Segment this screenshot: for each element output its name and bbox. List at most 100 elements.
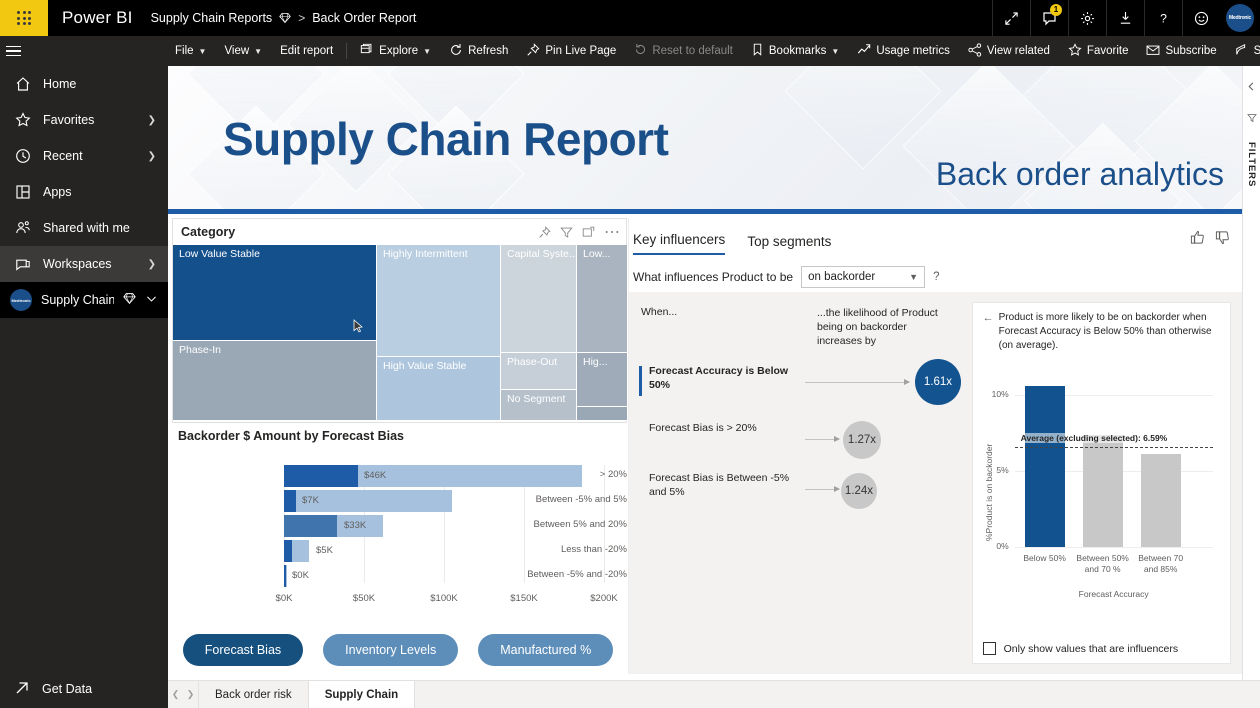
notification-badge: 1: [1050, 4, 1062, 16]
filters-pane-rail[interactable]: FILTERS: [1242, 66, 1260, 680]
thumbs-up-icon[interactable]: [1190, 230, 1205, 250]
report-canvas: Supply Chain Report Back order analytics…: [168, 66, 1242, 680]
sidebar-item-favorites[interactable]: Favorites ❯: [0, 102, 168, 138]
influencer-arrow: [805, 382, 909, 383]
app-launcher-icon[interactable]: [0, 0, 48, 36]
report-action-bar: File ▼ View ▼ Edit report Explore ▼: [0, 36, 1260, 66]
pill-forecast-bias[interactable]: Forecast Bias: [183, 634, 303, 666]
reset-to-default-button[interactable]: Reset to default: [625, 36, 742, 66]
bar-data-label: $5K: [316, 545, 333, 556]
detail-bar-highlight-body[interactable]: [1025, 386, 1065, 547]
bookmarks-button[interactable]: Bookmarks ▼: [742, 36, 848, 66]
influencer-bubble[interactable]: 1.61x: [915, 359, 961, 405]
influencer-bubble[interactable]: 1.24x: [841, 473, 877, 509]
bar-selected[interactable]: [284, 465, 358, 487]
treemap-tile-low-value-stable[interactable]: Low Value Stable: [173, 245, 377, 341]
only-influencers-checkbox[interactable]: Only show values that are influencers: [983, 642, 1179, 655]
view-related-button[interactable]: View related: [959, 36, 1059, 66]
apps-icon: [14, 184, 31, 200]
treemap-tile-capital-systems[interactable]: Capital Syste...: [501, 245, 577, 353]
sidebar-item-recent[interactable]: Recent ❯: [0, 138, 168, 174]
detail-bar-other-body[interactable]: [1141, 454, 1181, 547]
workspaces-icon: [14, 256, 31, 272]
pin-visual-icon[interactable]: [538, 226, 551, 239]
focus-mode-icon[interactable]: [582, 226, 595, 239]
treemap-tile-low-truncated[interactable]: Low...: [577, 245, 628, 353]
feedback-smiley-icon[interactable]: [1182, 0, 1220, 36]
edit-report-button[interactable]: Edit report: [271, 36, 342, 66]
bar-selected[interactable]: [284, 490, 296, 512]
page-tab-back-order-risk[interactable]: Back order risk: [198, 681, 309, 708]
notifications-icon[interactable]: 1: [1030, 0, 1068, 36]
filter-icon[interactable]: [1247, 110, 1257, 128]
treemap-tile-phase-out[interactable]: Phase-Out: [501, 353, 577, 390]
download-icon[interactable]: [1106, 0, 1144, 36]
filter-icon[interactable]: [560, 226, 573, 239]
file-menu-button[interactable]: File ▼: [166, 36, 215, 66]
sidebar-item-apps[interactable]: Apps: [0, 174, 168, 210]
usage-metrics-button[interactable]: Usage metrics: [848, 36, 959, 66]
influencer-bubble[interactable]: 1.27x: [843, 421, 881, 459]
explore-icon: [360, 43, 374, 60]
x-axis-tick: Between 50% and 70 %: [1073, 553, 1133, 575]
pin-live-page-button[interactable]: Pin Live Page: [517, 36, 625, 66]
tab-key-influencers[interactable]: Key influencers: [633, 232, 725, 255]
svg-text:?: ?: [1160, 11, 1167, 25]
page-tabs-prev-icon[interactable]: ❮: [168, 681, 183, 708]
sidebar-workspace-selector[interactable]: Medtronic Supply Chain...: [0, 282, 168, 318]
checkbox-box[interactable]: [983, 642, 996, 655]
bar-selected[interactable]: [284, 515, 337, 537]
treemap-tile-highly-intermittent[interactable]: Highly Intermittent: [377, 245, 501, 357]
breadcrumb-report[interactable]: Back Order Report: [312, 11, 416, 25]
settings-gear-icon[interactable]: [1068, 0, 1106, 36]
favorite-button[interactable]: Favorite: [1059, 36, 1138, 66]
treemap-tile-label: Phase-In: [179, 344, 221, 356]
help-icon[interactable]: ?: [933, 271, 939, 283]
tab-top-segments[interactable]: Top segments: [747, 234, 831, 255]
pill-manufactured-percent[interactable]: Manufactured %: [478, 634, 613, 666]
bar-selected[interactable]: [284, 565, 286, 587]
influencer-row-3[interactable]: Forecast Bias is Between -5% and 5% 1.24…: [637, 465, 967, 523]
reset-icon: [634, 43, 647, 59]
treemap-tile-high-value-stable[interactable]: High Value Stable: [377, 357, 501, 421]
hamburger-menu-icon[interactable]: [6, 36, 21, 66]
avatar[interactable]: Medtronic: [1220, 0, 1260, 36]
refresh-button[interactable]: Refresh: [440, 36, 517, 66]
fullscreen-icon[interactable]: [992, 0, 1030, 36]
subscribe-button[interactable]: Subscribe: [1137, 36, 1225, 66]
category-card-header: Category ⋯: [173, 219, 626, 245]
bar-selected[interactable]: [284, 540, 292, 562]
view-menu-button[interactable]: View ▼: [215, 36, 271, 66]
pill-inventory-levels[interactable]: Inventory Levels: [323, 634, 458, 666]
treemap-tile-small-unlabeled[interactable]: [577, 407, 628, 421]
more-options-icon[interactable]: ⋯: [604, 222, 620, 242]
refresh-label: Refresh: [468, 45, 508, 57]
explore-button[interactable]: Explore ▼: [351, 36, 440, 66]
influencer-row-1[interactable]: Forecast Accuracy is Below 50% 1.61x: [637, 358, 967, 416]
page-subtitle: Back order analytics: [936, 156, 1224, 193]
detail-bar-other-body[interactable]: [1083, 435, 1123, 547]
sidebar-item-workspaces[interactable]: Workspaces ❯: [0, 246, 168, 282]
average-reference-label: Average (excluding selected): 6.59%: [1021, 433, 1168, 443]
chevron-down-icon[interactable]: [145, 292, 158, 308]
sidebar-item-home[interactable]: Home: [0, 66, 168, 102]
treemap-tile-no-segment[interactable]: No Segment: [501, 390, 577, 421]
share-button[interactable]: Share: [1226, 36, 1260, 66]
explore-label: Explore: [379, 45, 418, 57]
treemap-tile-phase-in[interactable]: Phase-In: [173, 341, 377, 421]
treemap-tile-high-truncated[interactable]: Hig...: [577, 353, 628, 407]
get-data-button[interactable]: Get Data: [0, 670, 168, 708]
page-tab-supply-chain[interactable]: Supply Chain: [308, 681, 415, 708]
chevron-left-icon[interactable]: [1247, 78, 1256, 96]
x-axis-tick: Between 70 and 85%: [1131, 553, 1191, 575]
thumbs-down-icon[interactable]: [1215, 230, 1230, 250]
analysis-target-dropdown[interactable]: on backorder ▼: [801, 266, 925, 288]
treemap-tile-label: Capital Syste...: [507, 248, 577, 260]
bar-chart-title: Backorder $ Amount by Forecast Bias: [172, 425, 627, 443]
powerbi-brand[interactable]: Power BI: [62, 8, 133, 28]
page-tabs-next-icon[interactable]: ❯: [183, 681, 198, 708]
breadcrumb-workspace[interactable]: Supply Chain Reports: [151, 11, 273, 25]
help-icon[interactable]: ?: [1144, 0, 1182, 36]
mouse-cursor-icon: [353, 319, 364, 333]
sidebar-item-shared-with-me[interactable]: Shared with me: [0, 210, 168, 246]
